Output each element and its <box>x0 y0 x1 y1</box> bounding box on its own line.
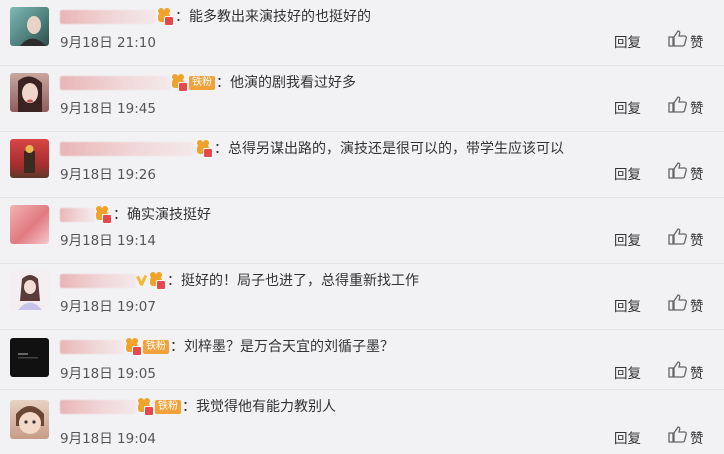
avatar-image <box>24 145 35 173</box>
fan-label: 铁粉 <box>143 340 169 354</box>
comment-content: ：确实演技挺好 <box>95 202 211 228</box>
comment-text: ：刘梓墨？是万合天宜的刘循子墨？ <box>170 339 394 355</box>
avatar[interactable] <box>10 7 49 46</box>
comment-content: 铁粉 ：刘梓墨？是万合天宜的刘循子墨？ <box>125 334 394 360</box>
comment-item: 铁粉 ：他演的剧我看过好多 9月18日 19:45 回复 赞 <box>0 66 724 132</box>
comment-time: 9月18日 19:45 <box>60 101 156 117</box>
username[interactable] <box>60 76 170 90</box>
like-icon[interactable] <box>668 30 687 47</box>
comment-content: 铁粉 ：我觉得他有能力教别人 <box>137 394 336 420</box>
comment-text: ：确实演技挺好 <box>113 207 211 223</box>
like-icon[interactable] <box>668 361 687 378</box>
reply-button[interactable]: 回复 <box>614 229 641 249</box>
like-button[interactable]: 赞 <box>690 31 704 51</box>
comment-time: 9月18日 19:07 <box>60 299 156 315</box>
username[interactable] <box>60 142 194 156</box>
username[interactable] <box>60 340 124 354</box>
comment-text: ：挺好的！局子也进了，总得重新找工作 <box>167 273 419 289</box>
like-icon[interactable] <box>668 228 687 245</box>
comment-item: ：总得另谋出路的，演技还是很可以的，带学生应该可以 9月18日 19:26 回复… <box>0 132 724 198</box>
comment-list: ：能多教出来演技好的也挺好的 9月18日 21:10 回复 赞 铁粉 ：他演的剧我… <box>0 0 724 454</box>
avatar[interactable] <box>10 139 49 178</box>
fan-badge-icon <box>171 73 188 92</box>
reply-button[interactable]: 回复 <box>614 97 641 117</box>
like-button[interactable]: 赞 <box>690 163 704 183</box>
like-button[interactable]: 赞 <box>690 295 704 315</box>
username[interactable] <box>60 400 136 414</box>
reply-button[interactable]: 回复 <box>614 163 641 183</box>
reply-button[interactable]: 回复 <box>614 295 641 315</box>
comment-content: 铁粉 ：他演的剧我看过好多 <box>171 70 356 96</box>
comment-text: ：我觉得他有能力教别人 <box>182 399 336 415</box>
vip-icon <box>137 274 147 288</box>
fan-badge-icon <box>196 139 213 158</box>
reply-button[interactable]: 回复 <box>614 31 641 51</box>
comment-time: 9月18日 19:14 <box>60 233 156 249</box>
fan-badge-icon <box>137 397 154 416</box>
like-icon[interactable] <box>668 162 687 179</box>
avatar[interactable] <box>10 205 49 244</box>
like-button[interactable]: 赞 <box>690 229 704 249</box>
comment-content: ：能多教出来演技好的也挺好的 <box>157 4 371 30</box>
fan-badge-icon <box>95 205 112 224</box>
comment-content: ：总得另谋出路的，演技还是很可以的，带学生应该可以 <box>196 136 564 162</box>
like-icon[interactable] <box>668 294 687 311</box>
avatar-image <box>18 353 38 359</box>
avatar-image <box>18 76 42 112</box>
avatar-image <box>18 275 42 310</box>
fan-badge-icon <box>125 337 142 356</box>
avatar[interactable] <box>10 338 49 377</box>
reply-button[interactable]: 回复 <box>614 362 641 382</box>
username[interactable] <box>60 208 94 222</box>
fan-label: 铁粉 <box>189 76 215 90</box>
avatar[interactable] <box>10 271 49 310</box>
fan-badge-icon <box>149 271 166 290</box>
username[interactable] <box>60 274 136 288</box>
comment-item: ：挺好的！局子也进了，总得重新找工作 9月18日 19:07 回复 赞 <box>0 264 724 330</box>
like-button[interactable]: 赞 <box>690 97 704 117</box>
like-icon[interactable] <box>668 96 687 113</box>
comment-text: ：能多教出来演技好的也挺好的 <box>175 9 371 25</box>
fan-badge-icon <box>157 7 174 26</box>
avatar[interactable] <box>10 400 49 439</box>
comment-item: ：能多教出来演技好的也挺好的 9月18日 21:10 回复 赞 <box>0 0 724 66</box>
avatar-image <box>16 406 44 434</box>
fan-label: 铁粉 <box>155 400 181 414</box>
avatar-image <box>20 16 46 46</box>
comment-item: ：确实演技挺好 9月18日 19:14 回复 赞 <box>0 198 724 264</box>
comment-time: 9月18日 19:05 <box>60 366 156 382</box>
comment-text: ：他演的剧我看过好多 <box>216 75 356 91</box>
comment-time: 9月18日 19:04 <box>60 431 156 447</box>
username[interactable] <box>60 10 156 24</box>
comment-time: 9月18日 21:10 <box>60 35 156 51</box>
avatar[interactable] <box>10 73 49 112</box>
comment-content: ：挺好的！局子也进了，总得重新找工作 <box>137 268 419 294</box>
comment-item: 铁粉 ：刘梓墨？是万合天宜的刘循子墨？ 9月18日 19:05 回复 赞 <box>0 330 724 390</box>
like-button[interactable]: 赞 <box>690 427 704 447</box>
like-button[interactable]: 赞 <box>690 362 704 382</box>
comment-text: ：总得另谋出路的，演技还是很可以的，带学生应该可以 <box>214 141 564 157</box>
comment-item: 铁粉 ：我觉得他有能力教别人 9月18日 19:04 回复 赞 <box>0 390 724 454</box>
comment-time: 9月18日 19:26 <box>60 167 156 183</box>
like-icon[interactable] <box>668 426 687 443</box>
reply-button[interactable]: 回复 <box>614 427 641 447</box>
